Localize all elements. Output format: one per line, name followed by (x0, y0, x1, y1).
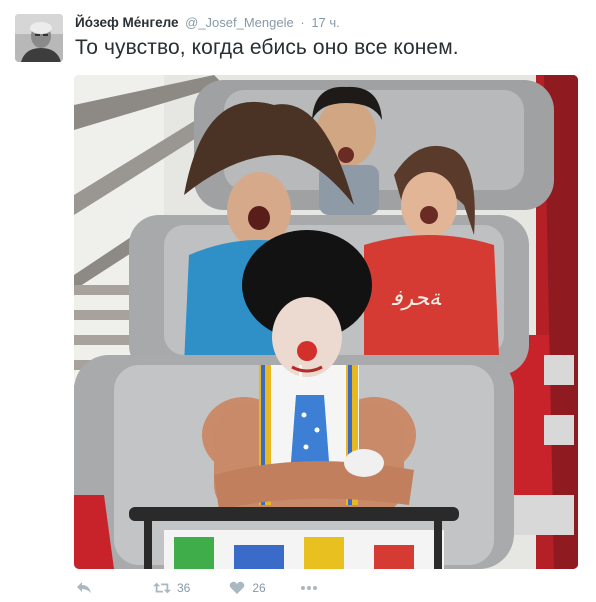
more-icon (300, 579, 318, 597)
tweet-header: Йо́зеф Ме́нгеле @_Josef_Mengele · 17 ч. (75, 14, 340, 32)
avatar[interactable] (15, 14, 63, 62)
retweet-icon (153, 579, 171, 597)
reply-icon (75, 579, 93, 597)
retweet-count: 36 (177, 581, 191, 595)
rollercoaster-photo: ﺔﺤﺮﻓ (74, 75, 578, 569)
tweet-photo[interactable]: ﺔﺤﺮﻓ (74, 75, 578, 569)
avatar-photo (15, 14, 63, 62)
heart-icon (228, 579, 246, 597)
like-count: 26 (252, 581, 266, 595)
reply-button[interactable] (75, 579, 93, 597)
tweet-actions: 36 26 (75, 578, 318, 598)
tweet-timestamp[interactable]: 17 ч. (311, 15, 339, 30)
author-username[interactable]: @_Josef_Mengele (185, 15, 294, 30)
tweet: Йо́зеф Ме́нгеле @_Josef_Mengele · 17 ч. … (0, 0, 596, 602)
author-fullname[interactable]: Йо́зеф Ме́нгеле (75, 15, 179, 30)
svg-text:ﺔﺤﺮﻓ: ﺔﺤﺮﻓ (391, 286, 442, 311)
like-button[interactable]: 26 (228, 579, 266, 597)
more-button[interactable] (300, 579, 318, 597)
separator-dot: · (300, 15, 305, 30)
tweet-text: То чувство, когда ебись оно все конем. (75, 36, 459, 59)
retweet-button[interactable]: 36 (153, 579, 190, 597)
